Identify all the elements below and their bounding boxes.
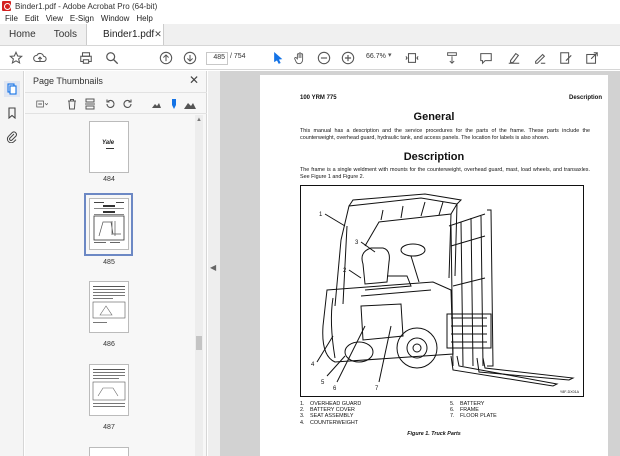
page-header-right: Description [568, 95, 602, 101]
collapse-panel-icon[interactable]: ◀ [210, 263, 216, 272]
heading-description: Description [403, 151, 465, 163]
heading-general: General [413, 111, 455, 123]
redo-icon[interactable] [121, 97, 135, 111]
menu-help[interactable]: Help [136, 14, 152, 23]
panel-toolbar [25, 92, 207, 114]
paragraph-description: The frame is a single weldment with moun… [300, 167, 590, 180]
paragraph-general: This manual has a description and the se… [300, 128, 590, 141]
undo-icon[interactable] [103, 97, 117, 111]
thumbnail-label-486: 486 [103, 341, 115, 348]
thumbnail-label-484: 484 [103, 176, 115, 183]
attachments-icon[interactable] [4, 129, 20, 145]
menu-file[interactable]: File [5, 14, 18, 23]
thumbnail-page-next[interactable] [89, 447, 129, 456]
tab-tools[interactable]: Tools [45, 24, 86, 45]
tab-bar: Home Tools Binder1.pdf ✕ [0, 24, 620, 46]
print-icon[interactable] [78, 50, 94, 66]
thumbnail-page-486[interactable] [89, 281, 129, 333]
figure-truck-parts: 1 2 3 4 5 6 7 Y8F-DX01A [300, 185, 584, 397]
figure-legend-left: 1. OVERHEAD GUARD 2. BATTERY COVER 3. SEAT … [300, 401, 361, 426]
callout-7: 7 [375, 386, 379, 392]
bookmarks-icon[interactable] [4, 105, 20, 121]
acrobat-icon [2, 1, 11, 11]
callout-5: 5 [321, 380, 325, 386]
share-icon[interactable] [584, 50, 600, 66]
scroll-up-icon[interactable]: ▲ [196, 117, 202, 123]
thumbnail-scrollbar-thumb[interactable] [196, 336, 202, 350]
thumbnail-page-484[interactable]: Yale [89, 121, 129, 173]
small-thumb-icon[interactable] [149, 97, 163, 111]
close-tab-icon[interactable]: ✕ [154, 29, 162, 40]
insert-icon[interactable] [83, 97, 97, 111]
title-bar: Binder1.pdf - Adobe Acrobat Pro (64-bit) [0, 0, 620, 12]
comment-icon[interactable] [478, 50, 494, 66]
document-viewport[interactable]: 100 YRM 775 Description General This man… [220, 71, 620, 456]
tab-home[interactable]: Home [0, 24, 45, 45]
options-icon[interactable] [33, 97, 51, 111]
zoom-out-icon[interactable] [316, 50, 332, 66]
search-icon[interactable] [104, 50, 120, 66]
page-header-left: 100 YRM 775 [300, 95, 337, 101]
menu-bar: File Edit View E-Sign Window Help [0, 12, 620, 24]
menu-edit[interactable]: Edit [25, 14, 39, 23]
close-panel-icon[interactable]: ✕ [189, 73, 199, 87]
figure-legend-right: 5. BATTERY 6. FRAME 7. FLOOR PLATE [450, 401, 497, 420]
menu-window[interactable]: Window [101, 14, 129, 23]
forklift-illustration: 1 2 3 4 5 6 7 [311, 193, 575, 392]
panel-title: Page Thumbnails [33, 76, 103, 86]
thumbnail-page-487[interactable] [89, 364, 129, 416]
zoom-dropdown-icon[interactable]: ▾ [388, 51, 392, 59]
hand-icon[interactable] [292, 50, 308, 66]
figure-caption: Figure 1. Truck Parts [407, 431, 461, 437]
bookmark-star-icon[interactable] [8, 50, 24, 66]
callout-1: 1 [319, 212, 323, 218]
scroll-mode-icon[interactable] [444, 50, 460, 66]
page-fit-icon[interactable] [404, 50, 420, 66]
highlight-icon[interactable] [506, 50, 522, 66]
legend-item: 7. FLOOR PLATE [450, 413, 497, 420]
page-number-input[interactable]: 485 [206, 52, 228, 65]
callout-6: 6 [333, 386, 337, 392]
upload-icon[interactable] [32, 50, 48, 66]
figure-code: Y8F-DX01A [559, 390, 579, 394]
large-thumb-icon[interactable] [183, 97, 197, 111]
page-total: / 754 [230, 53, 246, 60]
edit-pdf-icon[interactable] [558, 50, 574, 66]
page-up-icon[interactable] [158, 50, 174, 66]
window-title: Binder1.pdf - Adobe Acrobat Pro (64-bit) [15, 1, 158, 11]
thumbnail-scrollbar[interactable] [195, 115, 203, 456]
pdf-page: 100 YRM 775 Description General This man… [260, 75, 608, 456]
zoom-in-icon[interactable] [340, 50, 356, 66]
page-down-icon[interactable] [182, 50, 198, 66]
page-thumbnails-panel: Page Thumbnails ✕ Yale 484 485 486 487 ▲ [25, 71, 207, 456]
toolbar: 485 / 754 66.7% ▾ [0, 46, 620, 70]
thumbnail-label-487: 487 [103, 424, 115, 431]
tab-document-label: Binder1.pdf [103, 29, 155, 40]
callout-4: 4 [311, 362, 315, 368]
thumbnail-label-485: 485 [103, 259, 115, 266]
delete-icon[interactable] [65, 97, 79, 111]
page-thumbnails-icon[interactable] [4, 81, 20, 97]
marker-icon[interactable] [167, 97, 181, 111]
menu-esign[interactable]: E-Sign [70, 14, 94, 23]
legend-item: 4. COUNTERWEIGHT [300, 419, 359, 426]
yale-logo: Yale [102, 140, 115, 146]
navigation-rail [0, 71, 24, 456]
callout-3: 3 [355, 240, 359, 246]
callout-2: 2 [343, 268, 347, 274]
thumbnail-page-485[interactable] [89, 198, 129, 250]
sign-icon[interactable] [532, 50, 548, 66]
tab-document[interactable]: Binder1.pdf ✕ [86, 24, 165, 45]
select-arrow-icon[interactable] [270, 50, 286, 66]
menu-view[interactable]: View [46, 14, 63, 23]
